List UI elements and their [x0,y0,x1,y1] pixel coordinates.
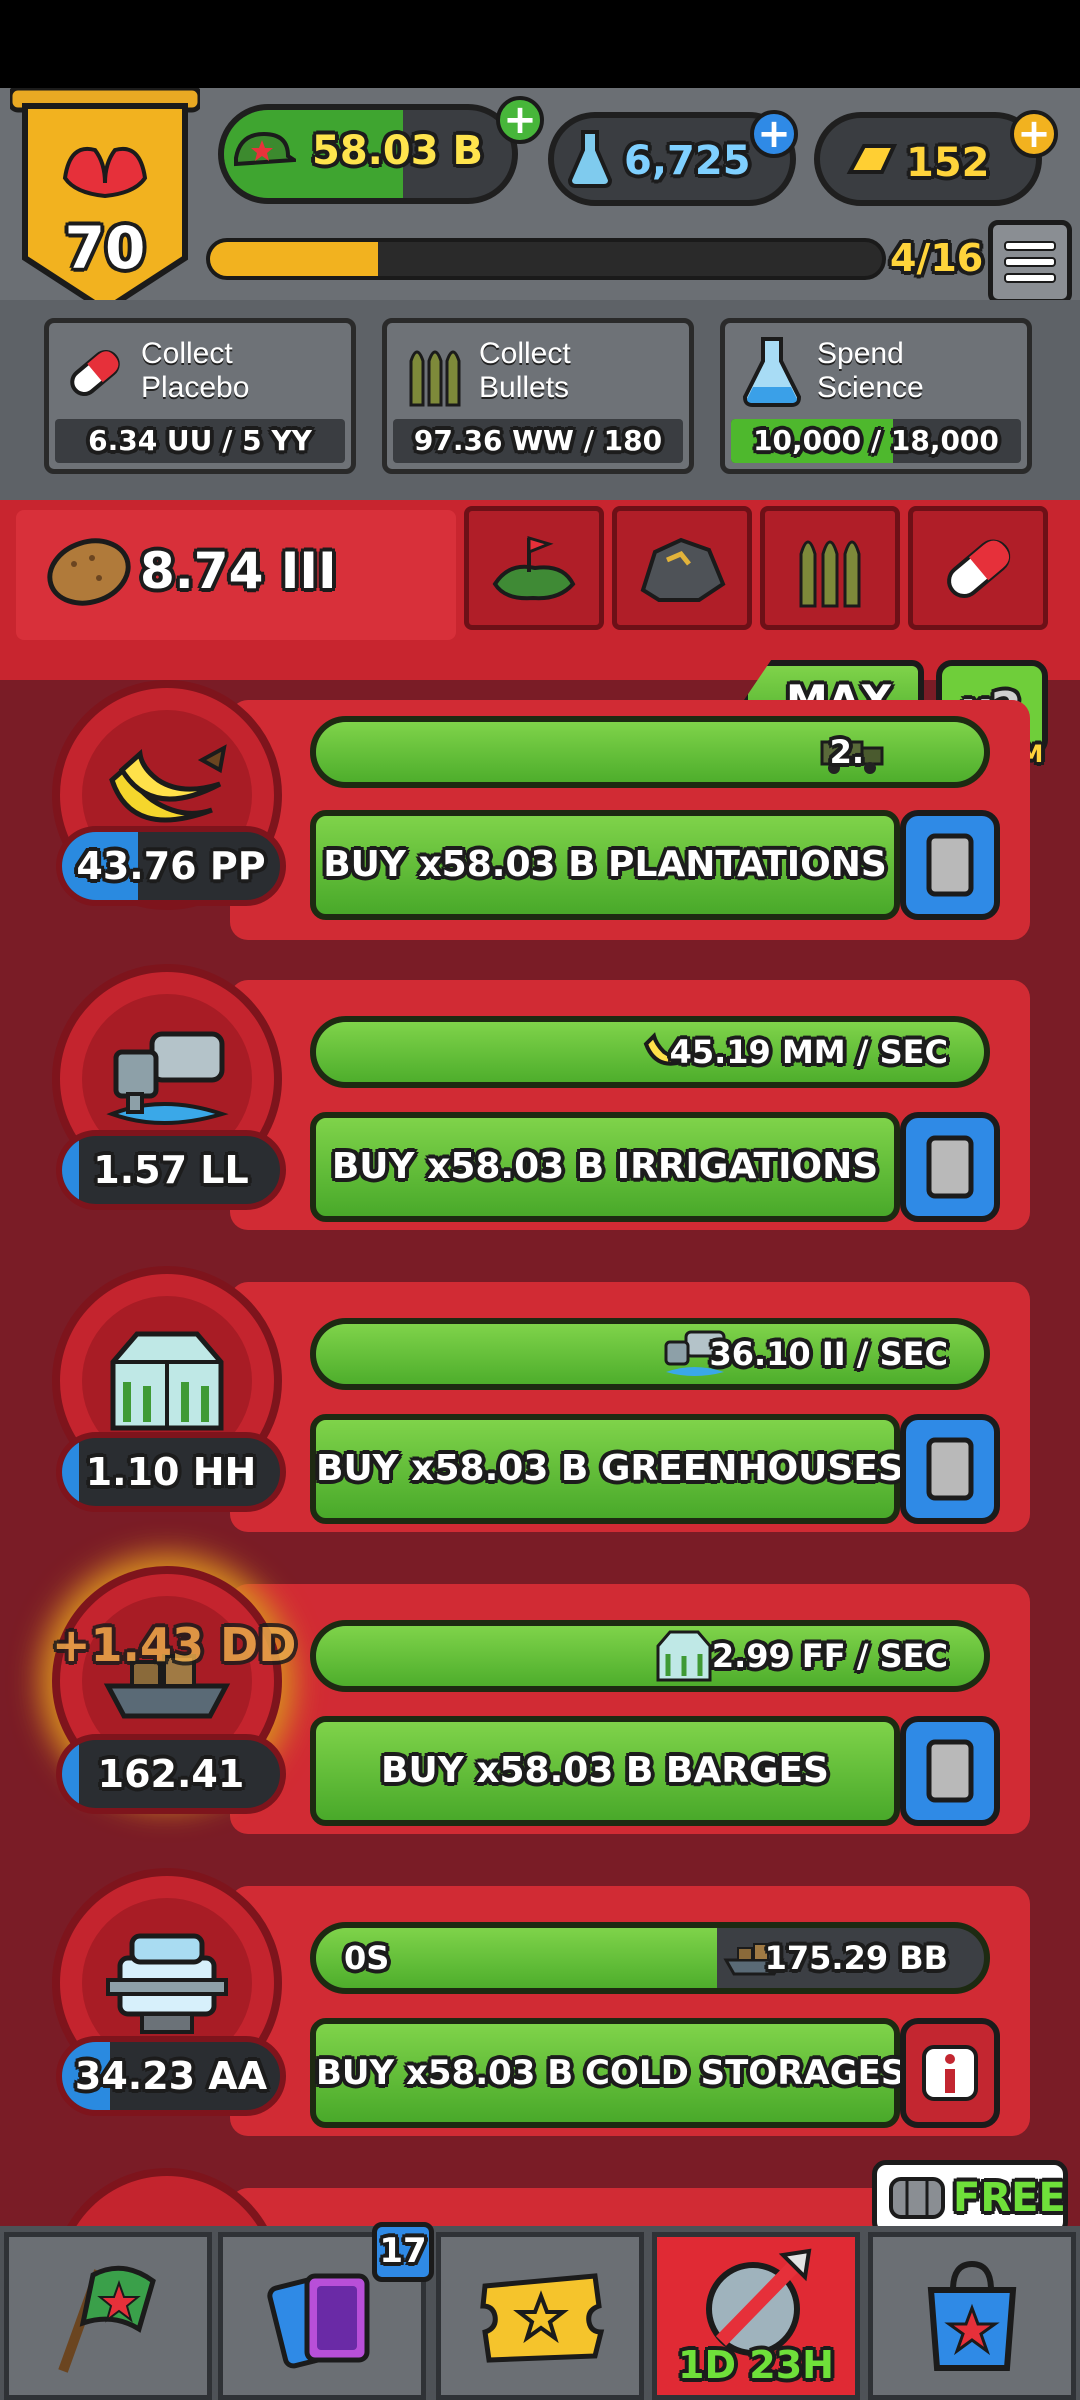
cash-add-button[interactable]: + [496,96,544,144]
hamburger-icon [1004,241,1056,283]
flag-icon [58,2265,156,2373]
resource-amount: 8.74 III [140,542,337,600]
bullets-icon [405,339,465,413]
task-card-science[interactable]: Spend Science 10,000 / 18,000 [720,318,1032,474]
irrigation-icon [106,1031,229,1125]
flask-icon [741,335,803,413]
nav-campaign[interactable] [4,2232,212,2400]
buy-greenhouses-button[interactable]: BUY x58.03 B GREENHOUSES [310,1414,904,1524]
flask-icon [567,128,613,188]
floating-gain: +1.43 DD [52,1618,297,1672]
owned-count: 43.76 PP [56,826,286,906]
science-value: 6,725 [624,138,751,184]
cash-value: 58.03 B [312,128,483,174]
pill-icon [947,539,1011,598]
rate-bar: 2.99 FF / SEC [310,1620,990,1692]
shopping-bag-icon [927,2260,1017,2371]
xp-progress-text: 4/16 [890,236,984,280]
gold-bar-icon [846,138,898,182]
upgrade-card-button[interactable] [900,1716,1000,1826]
cards-badge: 17 [372,2222,434,2282]
tab-field[interactable] [464,506,604,630]
card-icon [926,1135,974,1199]
owned-count: 1.57 LL [56,1130,286,1210]
buy-barges-button[interactable]: BUY x58.03 B BARGES [310,1716,900,1826]
greenhouse-icon [110,1331,224,1431]
buy-cold-storages-button[interactable]: BUY x58.03 B COLD STORAGES [310,2018,905,2128]
potato-icon [44,534,134,612]
rate-bar: 0S 175.29 BB [310,1922,990,1994]
task-card-placebo[interactable]: Collect Placebo 6.34 UU / 5 YY [44,318,356,474]
cards-icon [267,2273,370,2369]
level-number: 70 [64,214,146,282]
nav-battle-event[interactable]: 1D 23H [652,2232,860,2400]
buy-irrigations-button[interactable]: BUY x58.03 B IRRIGATIONS [310,1112,900,1222]
card-icon [926,833,974,897]
upgrade-card-button[interactable] [900,810,1000,920]
task-label: Collect Placebo [141,337,250,404]
nav-shop[interactable] [868,2232,1076,2400]
task-progress: 6.34 UU / 5 YY [55,419,345,463]
card-icon [926,1437,974,1501]
owned-count: 1.10 HH [56,1432,286,1512]
greenhouse-icon [656,1630,712,1682]
tab-ore[interactable] [612,506,752,630]
level-banner[interactable] [7,85,203,318]
ore-icon [640,537,726,602]
card-icon [926,1739,974,1803]
task-label: Collect Bullets [479,337,571,404]
buy-plantations-button[interactable]: BUY x58.03 B PLANTATIONS [310,810,900,920]
owned-count: 34.23 AA [56,2036,286,2116]
task-card-bullets[interactable]: CollectBullets 97.36 WW / 180 ZZ [382,318,694,474]
upgrade-card-button[interactable] [900,1112,1000,1222]
science-add-button[interactable]: + [750,110,798,158]
task-label: Spend Science [817,337,924,404]
cash-icon [232,128,300,176]
free-offer-badge[interactable]: FREE [872,2160,1068,2236]
rate-bar: 36.10 II / SEC [310,1318,990,1390]
rate-bar: 45.19 MM / SEC [310,1016,990,1088]
production-circle-partial [52,2168,282,2226]
gold-value: 152 [906,140,990,186]
info-icon [922,2045,978,2101]
task-progress: 97.36 WW / 180 ZZ [393,419,683,463]
owned-count: 162.41 DD [56,1734,286,1814]
tab-placebo[interactable] [908,506,1048,630]
bullets-icon [799,540,861,608]
menu-button[interactable] [988,220,1072,304]
ticket-icon [480,2273,605,2363]
gold-add-button[interactable]: + [1010,110,1058,158]
field-icon [492,535,576,601]
tab-bullets[interactable] [760,506,900,630]
info-button[interactable] [900,2018,1000,2128]
crate-icon [889,2177,945,2219]
pill-icon [63,341,127,409]
rate-bar: 2. [310,716,990,788]
nav-tickets[interactable] [436,2232,644,2400]
xp-progress-bar [206,238,886,280]
task-progress: 10,000 / 18,000 [731,419,1021,463]
cold-storage-icon [106,1933,228,2034]
upgrade-card-button[interactable] [900,1414,1000,1524]
